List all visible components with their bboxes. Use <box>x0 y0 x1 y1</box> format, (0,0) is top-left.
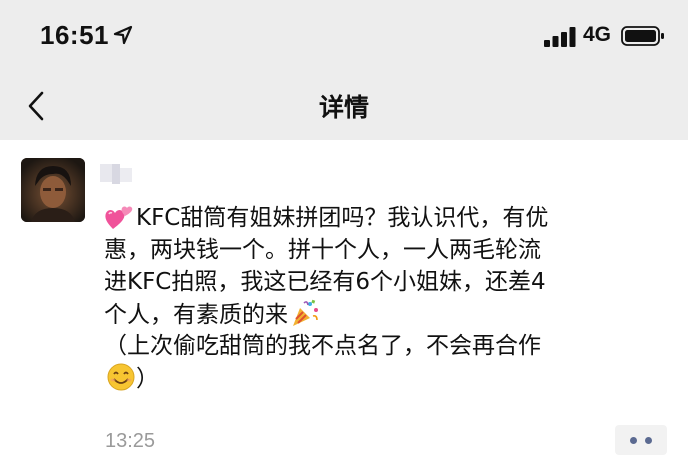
avatar[interactable] <box>21 158 85 222</box>
status-time: 16:51 <box>40 20 109 50</box>
post-line: （上次偷吃甜筒的我不点名了，不会再合作 <box>104 333 541 359</box>
avatar-image <box>21 158 85 222</box>
nav-bar: 详情 <box>0 72 688 140</box>
username[interactable] <box>100 164 132 184</box>
post-line: 个人，有素质的来 <box>104 298 664 330</box>
post-text: KFC甜筒有姐妹拼团吗？我认识代，有优 惠，两块钱一个。拼十个人，一人两毛轮流 … <box>104 202 664 394</box>
location-arrow-icon <box>113 25 133 45</box>
party-popper-emoji <box>293 299 318 326</box>
page-title: 详情 <box>318 93 369 122</box>
post-line: ） <box>104 362 664 394</box>
battery-icon <box>621 26 664 46</box>
status-bar: 16:51 4G <box>0 0 688 72</box>
network-type: 4G <box>583 23 612 46</box>
post-line: 惠，两块钱一个。拼十个人，一人两毛轮流 <box>104 237 541 263</box>
post-timestamp: 13:25 <box>105 430 156 452</box>
two-hearts-emoji <box>105 206 133 229</box>
signal-icon <box>544 27 576 47</box>
more-dots-icon[interactable] <box>615 425 667 455</box>
post-line: KFC甜筒有姐妹拼团吗？我认识代，有优 <box>104 202 664 234</box>
post-detail: KFC甜筒有姐妹拼团吗？我认识代，有优 惠，两块钱一个。拼十个人，一人两毛轮流 … <box>0 140 688 468</box>
smile-emoji <box>107 363 135 391</box>
post-line: 进KFC拍照，我这已经有6个小姐妹，还差4 <box>104 269 546 295</box>
